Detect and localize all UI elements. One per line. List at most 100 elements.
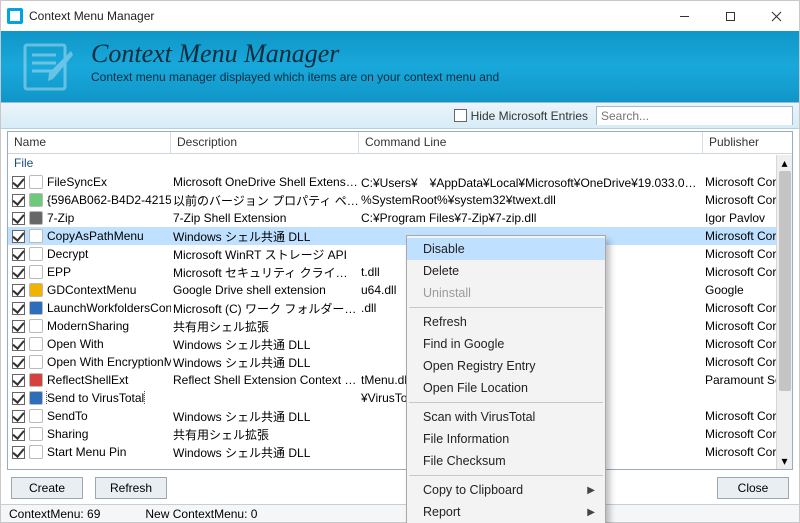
window-title: Context Menu Manager xyxy=(29,9,661,23)
row-checkbox[interactable] xyxy=(12,428,25,441)
context-menu-label: File Checksum xyxy=(423,454,506,468)
row-name: EPP xyxy=(47,265,71,279)
context-menu-item[interactable]: Delete xyxy=(407,260,605,282)
row-icon xyxy=(29,175,43,189)
table-row[interactable]: FileSyncEx Microsoft OneDrive Shell Exten… xyxy=(8,173,792,191)
row-name: GDContextMenu xyxy=(47,283,136,297)
row-checkbox[interactable] xyxy=(12,392,25,405)
context-menu-item[interactable]: Copy to Clipboard ▶ xyxy=(407,479,605,501)
col-publisher[interactable]: Publisher xyxy=(703,132,792,153)
row-checkbox[interactable] xyxy=(12,176,25,189)
context-menu-separator xyxy=(409,475,603,476)
search-wrap xyxy=(596,106,793,125)
table-row[interactable]: Sharing共有用シェル拡張Microsoft Corpo xyxy=(8,425,792,443)
row-checkbox[interactable] xyxy=(12,212,25,225)
rows-container: File FileSyncEx Microsoft OneDrive Shell … xyxy=(8,154,792,469)
row-checkbox[interactable] xyxy=(12,446,25,459)
context-menu-item[interactable]: Open Registry Entry xyxy=(407,355,605,377)
row-description: Microsoft OneDrive Shell Extension xyxy=(171,175,359,189)
scroll-down-icon[interactable]: ▾ xyxy=(777,453,793,469)
row-icon xyxy=(29,283,43,297)
row-description: Microsoft WinRT ストレージ API xyxy=(171,246,359,263)
table-row[interactable]: CopyAsPathMenuWindows シェル共通 DLLMicrosoft… xyxy=(8,227,792,245)
table-row[interactable]: ModernSharing共有用シェル拡張Microsoft Corpo xyxy=(8,317,792,335)
row-command: C:¥Program Files¥7-Zip¥7-zip.dll xyxy=(359,211,703,225)
row-checkbox[interactable] xyxy=(12,410,25,423)
col-description[interactable]: Description xyxy=(171,132,359,153)
table-row[interactable]: DecryptMicrosoft WinRT ストレージ APIMicrosof… xyxy=(8,245,792,263)
close-button[interactable] xyxy=(753,1,799,31)
vertical-scrollbar[interactable]: ▴ ▾ xyxy=(776,155,792,469)
table-row[interactable]: SendToWindows シェル共通 DLLMicrosoft Corpo xyxy=(8,407,792,425)
row-description: Windows シェル共通 DLL xyxy=(171,354,359,371)
context-menu-item[interactable]: File Information xyxy=(407,428,605,450)
context-menu-label: Copy to Clipboard xyxy=(423,483,523,497)
row-checkbox[interactable] xyxy=(12,374,25,387)
hide-ms-checkbox[interactable]: Hide Microsoft Entries xyxy=(454,109,588,123)
row-icon xyxy=(29,409,43,423)
row-checkbox[interactable] xyxy=(12,320,25,333)
row-checkbox[interactable] xyxy=(12,230,25,243)
app-icon xyxy=(7,8,23,24)
banner-title: Context Menu Manager xyxy=(91,39,781,69)
row-checkbox[interactable] xyxy=(12,266,25,279)
table-row[interactable]: Open With EncryptionMenuWindows シェル共通 DL… xyxy=(8,353,792,371)
col-name[interactable]: Name xyxy=(8,132,171,153)
table-row[interactable]: LaunchWorkfoldersControlMicrosoft (C) ワー… xyxy=(8,299,792,317)
row-checkbox[interactable] xyxy=(12,284,25,297)
col-command-line[interactable]: Command Line xyxy=(359,132,703,153)
row-name: ModernSharing xyxy=(47,319,129,333)
context-menu-item[interactable]: Find in Google xyxy=(407,333,605,355)
scroll-thumb[interactable] xyxy=(779,171,791,391)
maximize-button[interactable] xyxy=(707,1,753,31)
scroll-up-icon[interactable]: ▴ xyxy=(777,155,793,171)
row-name: Decrypt xyxy=(47,247,88,261)
row-description: 7-Zip Shell Extension xyxy=(171,211,359,225)
table-row[interactable]: EPPMicrosoft セキュリティ クライアント シ... t.dllMic… xyxy=(8,263,792,281)
row-checkbox[interactable] xyxy=(12,338,25,351)
context-menu-item[interactable]: Disable xyxy=(407,238,605,260)
context-menu-item[interactable]: Refresh xyxy=(407,311,605,333)
context-menu-item[interactable]: Scan with VirusTotal xyxy=(407,406,605,428)
table-row[interactable]: Start Menu PinWindows シェル共通 DLLMicrosoft… xyxy=(8,443,792,461)
status-count: ContextMenu: 69 xyxy=(9,507,100,521)
context-menu-item[interactable]: Report▶ xyxy=(407,501,605,523)
row-icon xyxy=(29,355,43,369)
row-description: 以前のバージョン プロパティ ページ xyxy=(171,192,359,209)
search-input[interactable] xyxy=(597,107,792,125)
row-name: SendTo xyxy=(47,409,88,423)
table-row[interactable]: GDContextMenuGoogle Drive shell extensio… xyxy=(8,281,792,299)
scroll-track[interactable] xyxy=(777,171,793,453)
submenu-arrow-icon: ▶ xyxy=(587,485,595,496)
hide-ms-label: Hide Microsoft Entries xyxy=(471,109,588,123)
context-menu-item[interactable]: Open File Location xyxy=(407,377,605,399)
group-file[interactable]: File xyxy=(8,154,792,173)
row-name: FileSyncEx xyxy=(47,175,107,189)
context-menu-label: Scan with VirusTotal xyxy=(423,410,535,424)
context-menu-item[interactable]: File Checksum xyxy=(407,450,605,472)
row-name: CopyAsPathMenu xyxy=(47,229,144,243)
table-row[interactable]: ReflectShellExtReflect Shell Extension C… xyxy=(8,371,792,389)
table-row[interactable]: Open WithWindows シェル共通 DLLMicrosoft Corp… xyxy=(8,335,792,353)
row-name: Send to VirusTotal xyxy=(47,391,144,405)
row-icon xyxy=(29,211,43,225)
minimize-button[interactable] xyxy=(661,1,707,31)
refresh-button[interactable]: Refresh xyxy=(95,477,167,499)
app-window: Context Menu Manager Context Menu Manage… xyxy=(0,0,800,523)
table-row[interactable]: Send to VirusTotal ¥VirusTotalUploader2.… xyxy=(8,389,792,407)
list-view: Name Description Command Line Publisher … xyxy=(7,131,793,470)
row-checkbox[interactable] xyxy=(12,194,25,207)
toolbar: Hide Microsoft Entries xyxy=(1,103,799,129)
row-icon xyxy=(29,445,43,459)
submenu-arrow-icon: ▶ xyxy=(587,507,595,518)
banner: Context Menu Manager Context menu manage… xyxy=(1,31,799,103)
row-name: LaunchWorkfoldersControl xyxy=(47,301,171,315)
row-checkbox[interactable] xyxy=(12,356,25,369)
close-footer-button[interactable]: Close xyxy=(717,477,789,499)
row-name: 7-Zip xyxy=(47,211,74,225)
row-checkbox[interactable] xyxy=(12,302,25,315)
table-row[interactable]: {596AB062-B4D2-4215-9...以前のバージョン プロパティ ペ… xyxy=(8,191,792,209)
row-checkbox[interactable] xyxy=(12,248,25,261)
create-button[interactable]: Create xyxy=(11,477,83,499)
table-row[interactable]: 7-Zip 7-Zip Shell ExtensionC:¥Program Fil… xyxy=(8,209,792,227)
